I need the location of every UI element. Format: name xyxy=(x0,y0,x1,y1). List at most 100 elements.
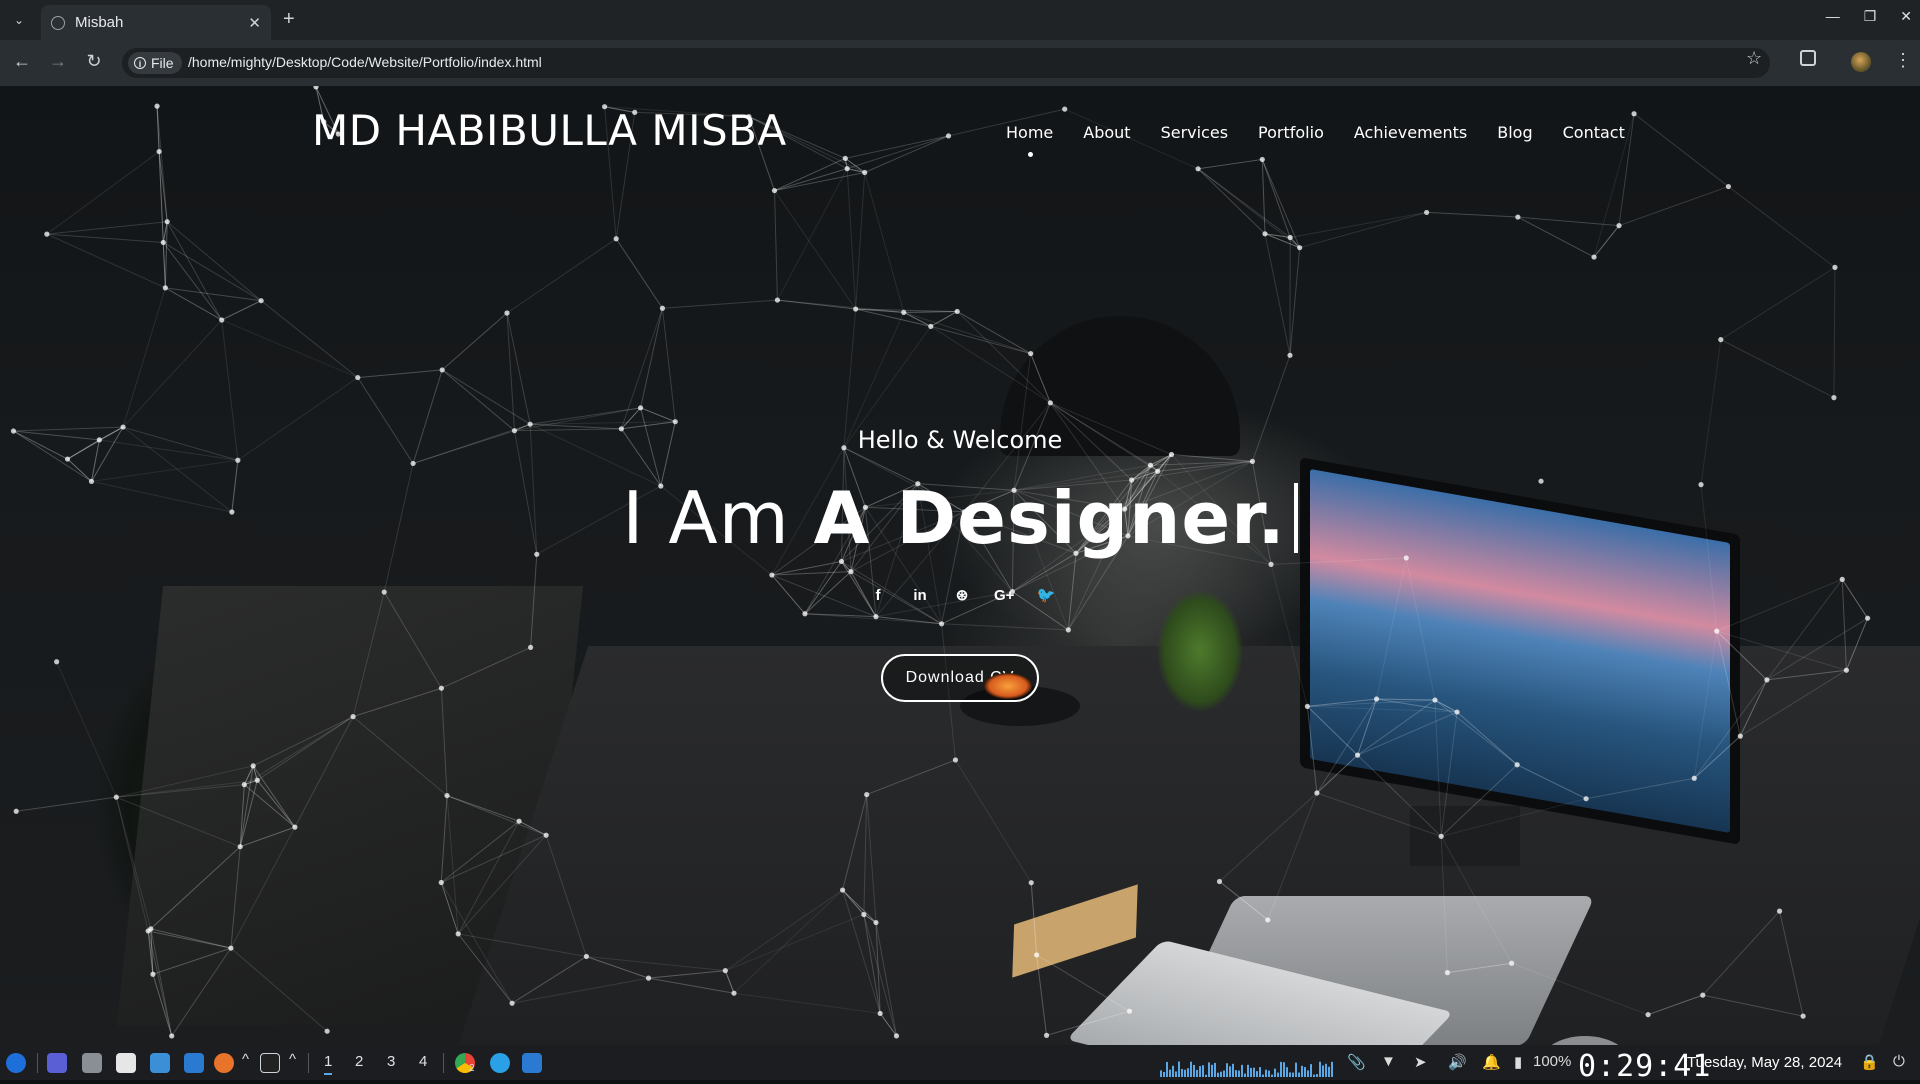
facebook-icon[interactable]: f xyxy=(868,586,888,606)
lock-icon[interactable]: 🔒 xyxy=(1860,1053,1879,1071)
taskbar-separator xyxy=(308,1053,309,1073)
close-window-icon[interactable]: ✕ xyxy=(1900,8,1912,25)
network-link xyxy=(1721,340,1834,398)
network-link xyxy=(353,688,441,716)
network-link xyxy=(442,370,514,431)
network-node xyxy=(238,844,243,849)
network-link xyxy=(1441,712,1457,836)
address-bar[interactable]: i File /home/mighty/Desktop/Code/Website… xyxy=(122,48,1770,78)
network-link xyxy=(1037,955,1047,1035)
minimize-icon[interactable]: — xyxy=(1826,8,1840,25)
nav-contact[interactable]: Contact xyxy=(1563,123,1625,142)
vscode-icon[interactable] xyxy=(522,1053,542,1073)
telegram-icon[interactable]: ➤ xyxy=(1414,1053,1427,1071)
battery-icon[interactable]: ▮ xyxy=(1514,1053,1522,1071)
audio-bar xyxy=(1193,1065,1195,1077)
network-node xyxy=(1445,970,1450,975)
linkedin-icon[interactable]: in xyxy=(910,586,930,606)
text-editor-icon[interactable] xyxy=(116,1053,136,1073)
chevron-up-icon[interactable]: ^ xyxy=(289,1051,296,1068)
nav-about[interactable]: About xyxy=(1083,123,1130,142)
network-node xyxy=(382,589,387,594)
nav-home[interactable]: Home xyxy=(1006,123,1053,142)
network-link xyxy=(295,717,353,828)
network-link xyxy=(240,766,253,847)
network-link xyxy=(1703,911,1780,995)
network-link xyxy=(662,300,777,308)
network-link xyxy=(123,288,165,427)
google-plus-icon[interactable]: G+ xyxy=(994,586,1014,606)
close-tab-icon[interactable]: ✕ xyxy=(248,14,261,32)
taskbar-separator xyxy=(37,1053,38,1073)
chevron-up-icon[interactable]: ^ xyxy=(242,1051,249,1068)
paperclip-icon[interactable]: 📎 xyxy=(1347,1053,1366,1071)
network-node xyxy=(411,461,416,466)
workspace-1[interactable]: 1 xyxy=(324,1053,332,1075)
network-node xyxy=(769,572,774,577)
kebab-menu-icon[interactable]: ⋮ xyxy=(1894,50,1912,71)
network-node xyxy=(1265,917,1270,922)
firefox-icon[interactable] xyxy=(214,1053,234,1073)
desktop-icon[interactable] xyxy=(47,1053,67,1073)
reload-icon[interactable]: ↻ xyxy=(82,51,106,72)
network-link xyxy=(734,890,843,993)
workspace-2[interactable]: 2 xyxy=(355,1053,363,1070)
network-node xyxy=(456,931,461,936)
nav-blog[interactable]: Blog xyxy=(1497,123,1532,142)
info-icon: i xyxy=(134,57,146,69)
network-link xyxy=(47,234,163,242)
file-manager-icon[interactable] xyxy=(82,1053,102,1073)
url-text[interactable]: /home/mighty/Desktop/Code/Website/Portfo… xyxy=(188,54,542,70)
network-link xyxy=(775,191,778,300)
telegram-app-icon[interactable] xyxy=(490,1053,510,1073)
power-icon[interactable]: ⏻ xyxy=(1893,1053,1905,1070)
nav-achievements[interactable]: Achievements xyxy=(1354,123,1467,142)
network-link xyxy=(1265,234,1290,356)
audio-bar xyxy=(1178,1062,1180,1077)
network-link xyxy=(1512,963,1648,1014)
extensions-puzzle-icon[interactable] xyxy=(1800,50,1816,66)
bookmark-star-icon[interactable]: ☆ xyxy=(1746,48,1762,69)
network-node xyxy=(444,793,449,798)
network-node xyxy=(1840,577,1845,582)
network-node xyxy=(1374,696,1379,701)
tab-search-chevron-icon[interactable]: ⌄ xyxy=(8,8,30,32)
back-arrow-icon[interactable]: ← xyxy=(10,51,34,72)
profile-avatar[interactable] xyxy=(1851,52,1871,72)
restore-icon[interactable]: ❐ xyxy=(1864,8,1877,25)
forward-arrow-icon[interactable]: → xyxy=(46,51,70,72)
network-link xyxy=(1842,579,1846,670)
network-node xyxy=(638,405,643,410)
browser-tab[interactable]: Misbah ✕ xyxy=(41,5,271,40)
new-tab-button[interactable]: + xyxy=(283,8,295,31)
audio-bar xyxy=(1232,1064,1234,1077)
network-link xyxy=(167,222,261,301)
network-link xyxy=(1262,159,1290,237)
audio-bar xyxy=(1205,1075,1207,1077)
audio-bar xyxy=(1247,1065,1249,1077)
vscode-icon[interactable] xyxy=(184,1053,204,1073)
workspace-3[interactable]: 3 xyxy=(387,1053,395,1070)
volume-icon[interactable]: 🔊 xyxy=(1448,1053,1467,1071)
audio-bar xyxy=(1163,1072,1165,1077)
network-link xyxy=(1317,793,1441,836)
bell-icon[interactable]: 🔔 xyxy=(1482,1053,1501,1071)
nav-portfolio[interactable]: Portfolio xyxy=(1258,123,1324,142)
wifi-icon[interactable]: ▼ xyxy=(1381,1053,1396,1070)
dribbble-icon[interactable]: ⊛ xyxy=(952,586,972,606)
site-info-chip[interactable]: i File xyxy=(128,52,182,74)
workspace-4[interactable]: 4 xyxy=(419,1053,427,1070)
app-launcher-icon[interactable] xyxy=(6,1053,26,1073)
network-link xyxy=(1358,699,1377,755)
terminal-icon[interactable] xyxy=(260,1053,280,1073)
network-link xyxy=(148,931,231,948)
site-logo[interactable]: MD HABIBULLA MISBA xyxy=(312,106,787,155)
date[interactable]: Tuesday, May 28, 2024 xyxy=(1687,1054,1842,1071)
network-node xyxy=(1700,993,1705,998)
nav-services[interactable]: Services xyxy=(1161,123,1228,142)
twitter-icon[interactable]: 🐦 xyxy=(1036,586,1056,606)
audio-bar xyxy=(1181,1069,1183,1077)
network-node xyxy=(163,285,168,290)
network-link xyxy=(458,934,586,957)
settings-sliders-icon[interactable] xyxy=(150,1053,170,1073)
